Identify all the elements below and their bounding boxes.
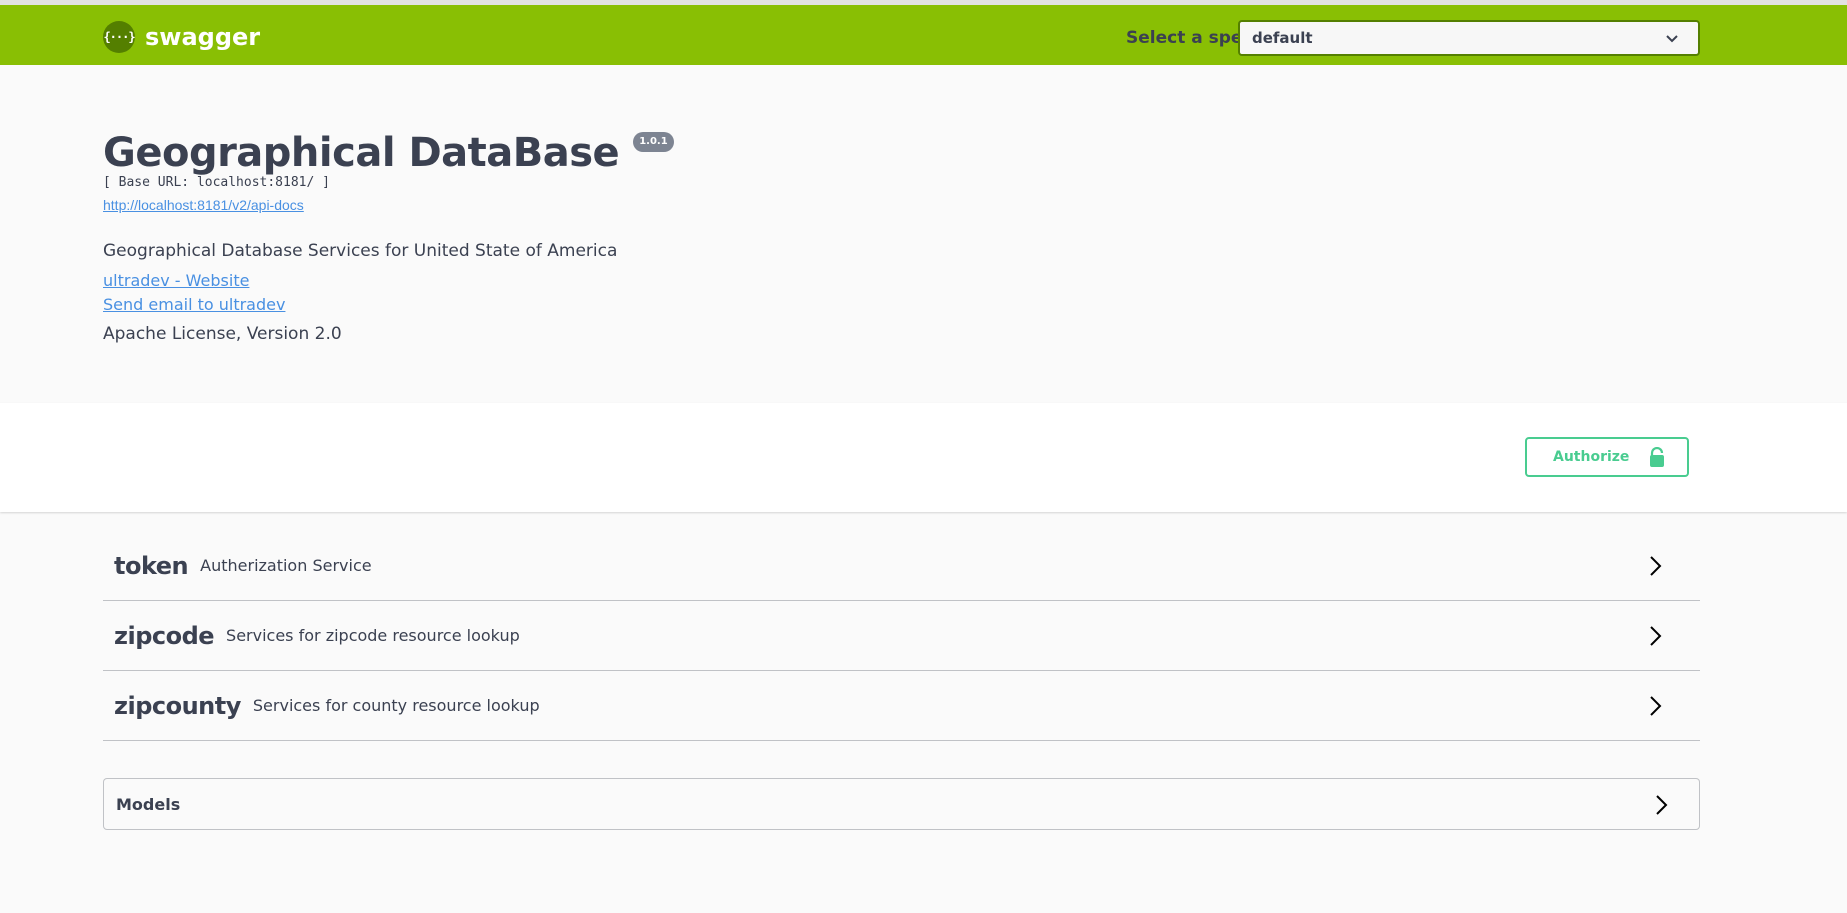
tag-description: Services for county resource lookup bbox=[252, 696, 540, 715]
tag-section-zipcode[interactable]: zipcode Services for zipcode resource lo… bbox=[103, 601, 1700, 671]
tag-section-zipcounty[interactable]: zipcounty Services for county resource l… bbox=[103, 671, 1700, 741]
email-link[interactable]: Send email to ultradev bbox=[103, 295, 285, 314]
api-docs-link[interactable]: http://localhost:8181/v2/api-docs bbox=[103, 197, 304, 213]
website-link[interactable]: ultradev - Website bbox=[103, 271, 249, 290]
spec-select-value: default bbox=[1252, 29, 1313, 47]
api-description: Geographical Database Services for Unite… bbox=[103, 241, 618, 261]
tag-section-token[interactable]: token Autherization Service bbox=[103, 531, 1700, 601]
chevron-right-icon bbox=[1650, 626, 1662, 646]
authorize-label: Authorize bbox=[1553, 449, 1630, 465]
chevron-down-icon bbox=[1666, 35, 1678, 43]
swagger-logo[interactable]: {···} swagger bbox=[103, 21, 260, 53]
select-spec-label: Select a spec bbox=[1126, 28, 1253, 48]
chevron-right-icon bbox=[1656, 795, 1668, 815]
tag-name: zipcode bbox=[114, 621, 215, 650]
tag-description: Autherization Service bbox=[200, 556, 372, 575]
models-section[interactable]: Models bbox=[103, 778, 1700, 830]
swagger-logo-text: swagger bbox=[145, 23, 261, 51]
chevron-right-icon bbox=[1650, 696, 1662, 716]
lock-icon bbox=[1650, 447, 1664, 467]
chevron-right-icon bbox=[1650, 556, 1662, 576]
models-title: Models bbox=[116, 794, 181, 814]
tag-name: token bbox=[114, 551, 189, 580]
topbar: {···} swagger Select a spec default bbox=[0, 5, 1847, 65]
scheme-container: Authorize bbox=[0, 403, 1847, 512]
spec-select[interactable]: default bbox=[1238, 20, 1700, 56]
authorize-button[interactable]: Authorize bbox=[1525, 437, 1689, 477]
swagger-logo-icon: {···} bbox=[103, 21, 136, 53]
tag-name: zipcounty bbox=[114, 691, 241, 720]
license-text: Apache License, Version 2.0 bbox=[103, 324, 342, 344]
tag-description: Services for zipcode resource lookup bbox=[226, 626, 520, 645]
page-title: Geographical DataBase bbox=[103, 130, 620, 176]
title-row: Geographical DataBase 1.0.1 bbox=[103, 125, 674, 181]
version-badge: 1.0.1 bbox=[633, 132, 674, 152]
base-url: [ Base URL: localhost:8181/ ] bbox=[103, 175, 330, 190]
